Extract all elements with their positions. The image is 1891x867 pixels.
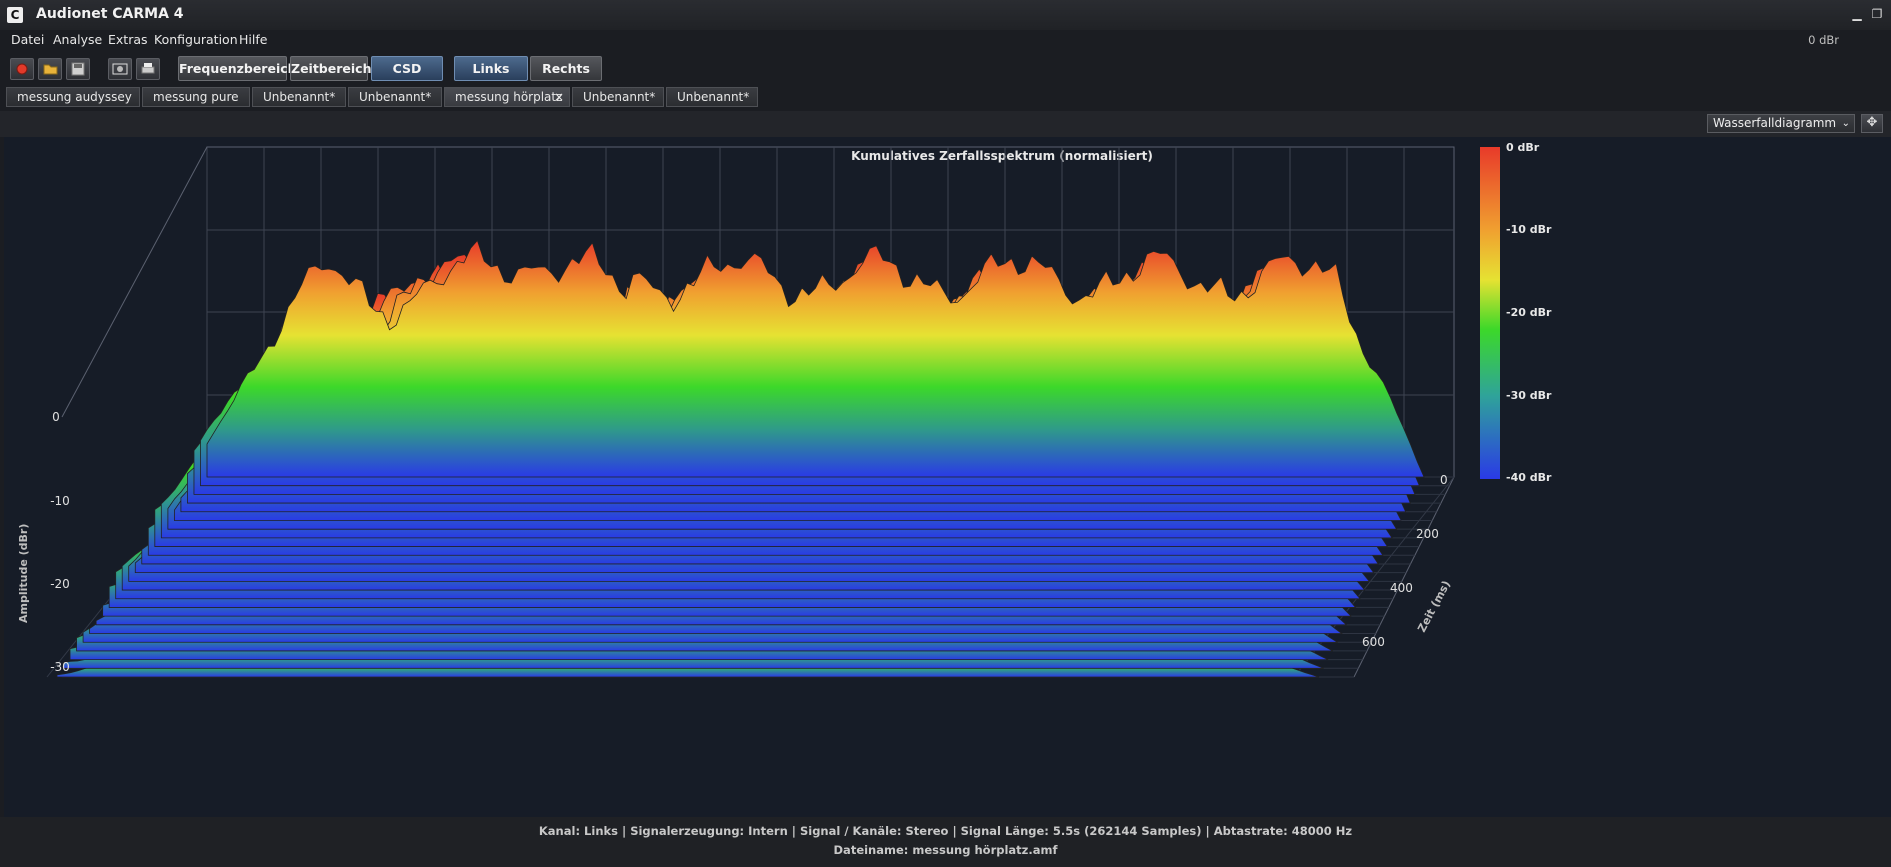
toolbar: Frequenzbereich Zeitbereich CSD Links Re… xyxy=(0,52,1891,85)
status-info: Kanal: Links | Signalerzeugung: Intern |… xyxy=(538,824,1353,838)
waterfall-svg: Kumulatives Zerfallsspektrum (normalisie… xyxy=(17,141,1552,678)
menu-analyse[interactable]: Analyse xyxy=(53,32,102,47)
chart-type-value: Wasserfalldiagramm xyxy=(1713,116,1837,130)
tab-zeitbereich[interactable]: Zeitbereich xyxy=(290,56,371,81)
menu-konfiguration[interactable]: Konfiguration xyxy=(154,32,238,47)
y-axis-ticks: 0 -10 -20 -30 xyxy=(50,410,70,674)
y-tick-30: -30 xyxy=(50,660,70,674)
colorbar-tick-10: -10 dBr xyxy=(1506,223,1552,236)
colorbar-ticks: 0 dBr -10 dBr -20 dBr -30 dBr -40 dBr xyxy=(1506,141,1552,484)
document-tabs: messung audyssey messung pure Unbenannt*… xyxy=(0,85,1891,111)
waterfall-slice xyxy=(206,239,1425,478)
colorbar-tick-30: -30 dBr xyxy=(1506,389,1552,402)
doc-tab-1[interactable]: messung audyssey xyxy=(6,87,140,107)
colorbar xyxy=(1480,147,1500,479)
save-icon[interactable] xyxy=(66,58,90,80)
record-icon[interactable] xyxy=(10,58,34,80)
y-axis-label: Amplitude (dBr) xyxy=(17,524,30,623)
z-tick-200: 200 xyxy=(1416,527,1439,541)
doc-tab-2[interactable]: messung pure xyxy=(142,87,250,107)
level-readout: 0 dBr xyxy=(1808,33,1839,47)
chevron-down-icon: ⌄ xyxy=(1841,118,1850,129)
doc-tab-5-label: messung hörplatz xyxy=(455,90,563,104)
menu-bar: Datei Analyse Extras Konfiguration Hilfe xyxy=(0,30,1891,52)
y-tick-20: -20 xyxy=(50,577,70,591)
app-icon: C xyxy=(7,7,23,23)
menu-extras[interactable]: Extras xyxy=(108,32,148,47)
doc-tab-7[interactable]: Unbenannt* xyxy=(666,87,758,107)
open-folder-icon[interactable] xyxy=(38,58,62,80)
colorbar-tick-0: 0 dBr xyxy=(1506,141,1540,154)
waterfall-chart: Kumulatives Zerfallsspektrum (normalisie… xyxy=(4,137,1891,817)
menu-datei[interactable]: Datei xyxy=(11,32,44,47)
tab-csd[interactable]: CSD xyxy=(371,56,443,81)
title-bar: C Audionet CARMA 4 ▁ ❐ xyxy=(0,0,1891,30)
tab-frequenzbereich[interactable]: Frequenzbereich xyxy=(178,56,297,81)
doc-tab-6[interactable]: Unbenannt* xyxy=(572,87,664,107)
y-tick-10: -10 xyxy=(50,494,70,508)
channel-links-button[interactable]: Links xyxy=(454,56,528,81)
doc-tab-5[interactable]: messung hörplatz × xyxy=(444,87,570,107)
status-filename: Dateiname: messung hörplatz.amf xyxy=(833,843,1058,857)
print-icon[interactable] xyxy=(136,58,160,80)
restore-button[interactable]: ❐ xyxy=(1870,8,1884,20)
close-tab-icon[interactable]: × xyxy=(554,88,564,106)
chart-type-select[interactable]: Wasserfalldiagramm ⌄ xyxy=(1707,114,1855,133)
chart-toolbar: Wasserfalldiagramm ⌄ ✥ xyxy=(0,111,1891,137)
chart-title: Kumulatives Zerfallsspektrum (normalisie… xyxy=(851,149,1153,163)
left-edge xyxy=(61,146,208,418)
menu-hilfe[interactable]: Hilfe xyxy=(239,32,267,47)
z-tick-0: 0 xyxy=(1440,473,1448,487)
colorbar-tick-40: -40 dBr xyxy=(1506,471,1552,484)
channel-rechts-button[interactable]: Rechts xyxy=(530,56,602,81)
screenshot-icon[interactable] xyxy=(108,58,132,80)
colorbar-tick-20: -20 dBr xyxy=(1506,306,1552,319)
y-tick-0: 0 xyxy=(52,410,60,424)
z-tick-600: 600 xyxy=(1362,635,1385,649)
move-icon[interactable]: ✥ xyxy=(1861,114,1883,133)
minimize-button[interactable]: ▁ xyxy=(1850,8,1864,20)
status-bar: Kanal: Links | Signalerzeugung: Intern |… xyxy=(0,817,1891,867)
z-axis-label: Zeit (ms) xyxy=(1415,579,1453,635)
waterfall-slices xyxy=(56,239,1425,678)
doc-tab-4[interactable]: Unbenannt* xyxy=(348,87,442,107)
app-title: Audionet CARMA 4 xyxy=(36,6,184,22)
doc-tab-3[interactable]: Unbenannt* xyxy=(252,87,346,107)
z-tick-400: 400 xyxy=(1390,581,1413,595)
